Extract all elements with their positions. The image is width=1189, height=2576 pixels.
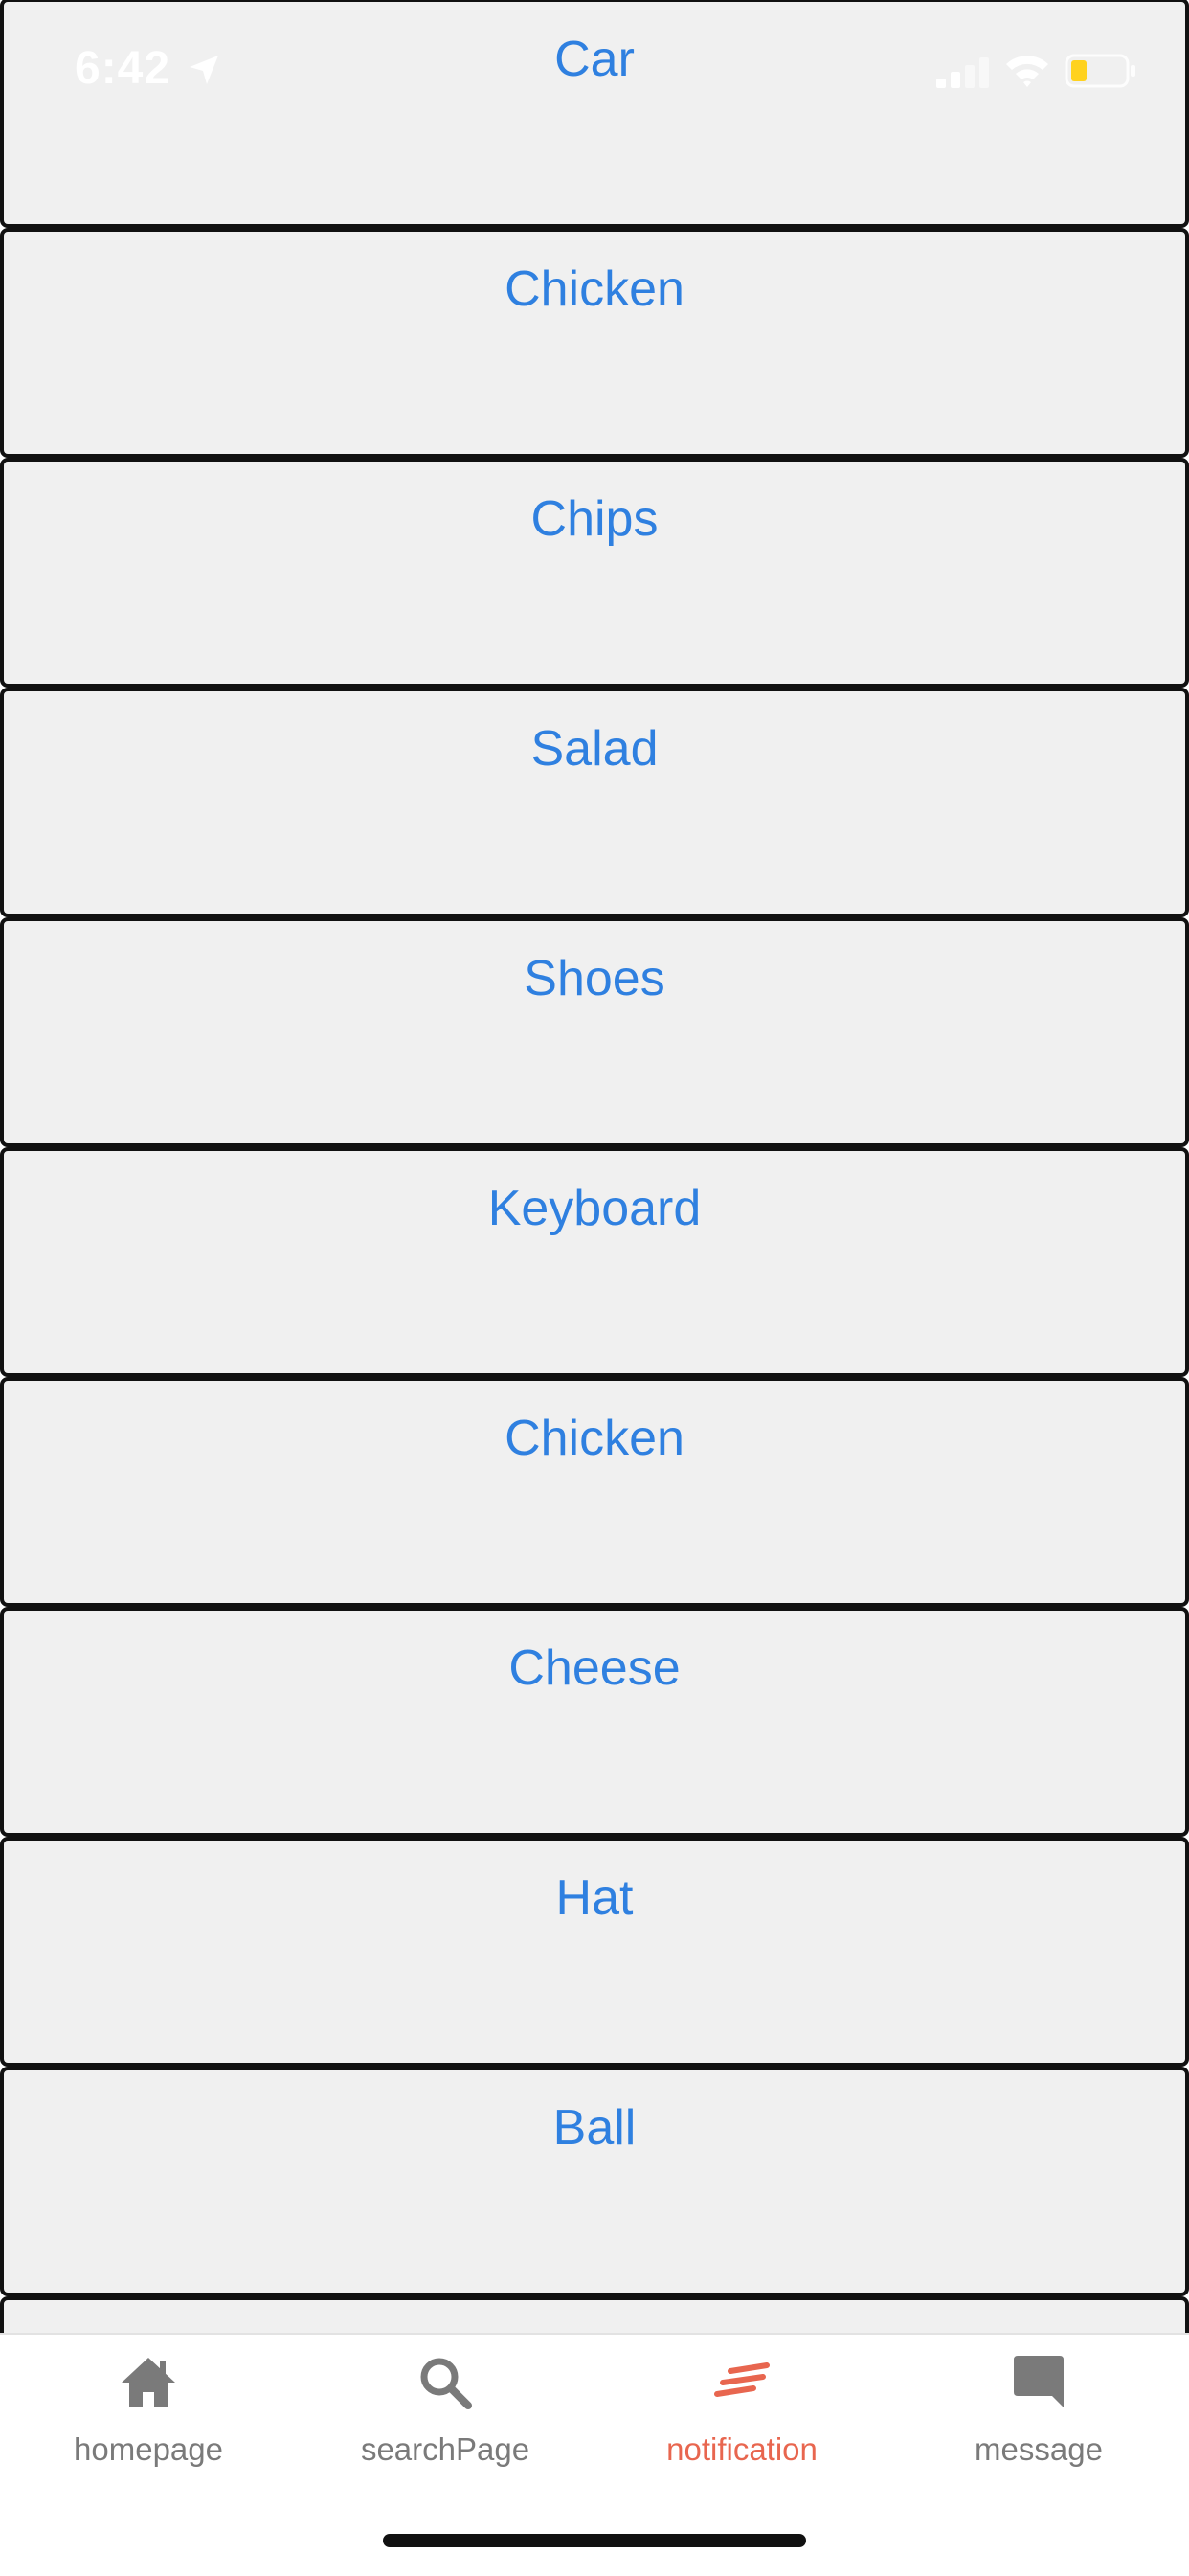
list-item-label: Chicken <box>505 261 684 317</box>
location-arrow-icon <box>190 56 218 84</box>
list-item[interactable]: Cheese <box>0 1607 1189 1837</box>
list-item[interactable] <box>0 2296 1189 2333</box>
list-item-label: Salad <box>530 721 659 777</box>
tab-label: message <box>975 2431 1103 2467</box>
notification-lines-icon <box>714 2362 770 2397</box>
list-item-label: Chips <box>530 491 659 547</box>
home-indicator <box>383 2534 806 2547</box>
item-list[interactable]: Car Chicken Chips Salad Shoes Keyboard C… <box>0 0 1189 2333</box>
home-icon <box>122 2358 175 2407</box>
list-item[interactable]: Chicken <box>0 228 1189 458</box>
tab-message[interactable]: message <box>890 2335 1187 2497</box>
list-item-label: Chicken <box>505 1411 684 1466</box>
list-item[interactable]: Ball <box>0 2067 1189 2296</box>
list-item-label: Hat <box>555 1870 634 1926</box>
list-item[interactable]: Car <box>0 0 1189 228</box>
list-item-label: Keyboard <box>487 1181 702 1236</box>
tab-label: homepage <box>74 2431 223 2467</box>
battery-icon <box>1065 54 1135 88</box>
tab-homepage[interactable]: homepage <box>0 2335 297 2497</box>
list-item[interactable]: Hat <box>0 1837 1189 2067</box>
list-item-label: Ball <box>552 2100 637 2156</box>
list-item-label: Cheese <box>508 1640 681 1696</box>
list-item[interactable]: Chicken <box>0 1377 1189 1607</box>
tab-label: notification <box>666 2431 818 2467</box>
status-time: 6:42 <box>75 43 171 94</box>
wifi-icon <box>1006 56 1048 87</box>
list-item[interactable]: Salad <box>0 688 1189 917</box>
tab-notification[interactable]: notification <box>594 2335 890 2497</box>
tab-searchpage[interactable]: searchPage <box>297 2335 594 2497</box>
search-icon <box>420 2358 472 2409</box>
list-item-label: Shoes <box>524 951 665 1006</box>
tab-label: searchPage <box>360 2431 530 2467</box>
list-item[interactable]: Keyboard <box>0 1147 1189 1377</box>
list-item[interactable]: Shoes <box>0 917 1189 1147</box>
message-icon <box>1014 2356 1064 2407</box>
cellular-signal-icon <box>936 57 989 88</box>
list-item[interactable]: Chips <box>0 458 1189 688</box>
